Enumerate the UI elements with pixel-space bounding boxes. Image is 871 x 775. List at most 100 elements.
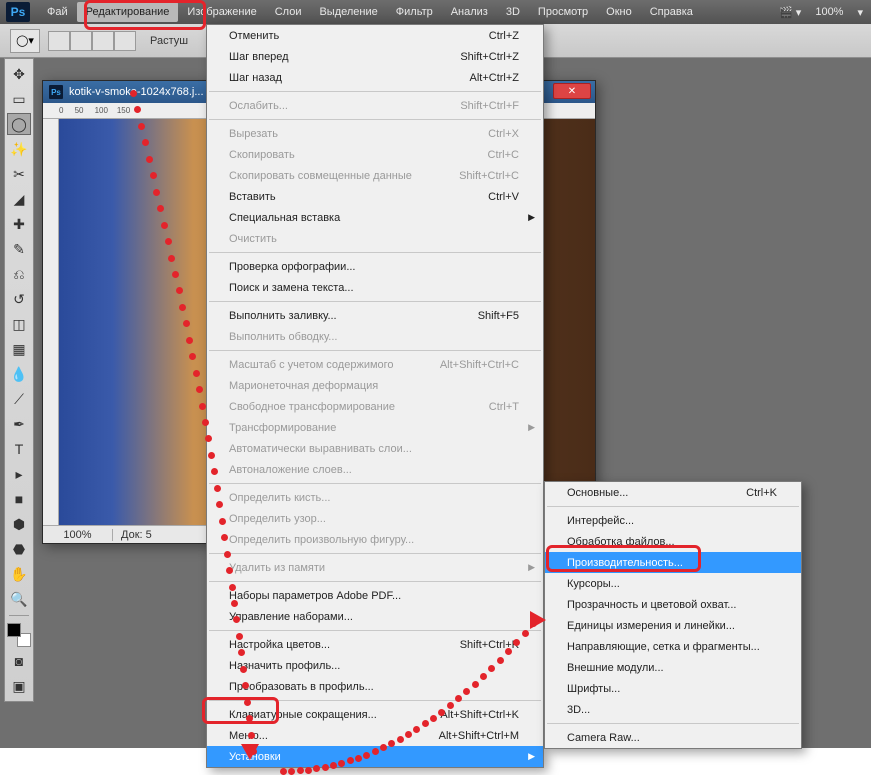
- menu-item-label: 3D...: [567, 704, 590, 716]
- prefs-menu-item[interactable]: 3D...: [545, 699, 801, 720]
- document-info[interactable]: Док: 5: [113, 529, 152, 541]
- prefs-menu-item[interactable]: Курсоры...: [545, 573, 801, 594]
- submenu-arrow-icon: ▶: [528, 422, 535, 433]
- menu-item-label: Определить узор...: [229, 513, 326, 525]
- brush-tool[interactable]: ✎: [7, 238, 31, 260]
- wand-tool[interactable]: ✨: [7, 138, 31, 160]
- document-zoom[interactable]: 100%: [43, 529, 113, 541]
- menu-item-label: Установки: [229, 751, 281, 763]
- color-swatches[interactable]: [7, 623, 31, 647]
- prefs-menu-item[interactable]: Обработка файлов...: [545, 531, 801, 552]
- marquee-tool[interactable]: ▭: [7, 88, 31, 110]
- selection-mode-group: [48, 31, 136, 51]
- menu-item-label: Меню...: [229, 730, 268, 742]
- edit-menu-item[interactable]: Управление наборами...: [207, 606, 543, 627]
- menu-item-label: Настройка цветов...: [229, 639, 330, 651]
- edit-menu-item[interactable]: Настройка цветов...Shift+Ctrl+K: [207, 634, 543, 655]
- screenmode-tool[interactable]: ▣: [7, 675, 31, 697]
- menu-item-label: Управление наборами...: [229, 611, 353, 623]
- edit-menu-item[interactable]: Специальная вставка▶: [207, 207, 543, 228]
- tool-separator: [9, 615, 29, 616]
- menu-item-label: Специальная вставка: [229, 212, 340, 224]
- edit-menu-item: Определить произвольную фигуру...: [207, 529, 543, 550]
- zoom-level[interactable]: 100%: [815, 6, 843, 18]
- workspace-switcher-icon[interactable]: 🎬 ▾: [779, 6, 801, 19]
- menu-help[interactable]: Справка: [641, 2, 702, 22]
- edit-menu-item[interactable]: Выполнить заливку...Shift+F5: [207, 305, 543, 326]
- lasso-tool[interactable]: ◯: [7, 113, 31, 135]
- current-tool-icon[interactable]: ◯▾: [10, 29, 40, 53]
- edit-menu-item[interactable]: Наборы параметров Adobe PDF...: [207, 585, 543, 606]
- menu-file[interactable]: Фай: [38, 2, 77, 22]
- edit-menu-item[interactable]: Меню...Alt+Shift+Ctrl+M: [207, 725, 543, 746]
- menu-item-shortcut: Alt+Shift+Ctrl+K: [440, 709, 519, 721]
- prefs-menu-item[interactable]: Интерфейс...: [545, 510, 801, 531]
- edit-menu-item[interactable]: Проверка орфографии...: [207, 256, 543, 277]
- pen-tool[interactable]: ✒: [7, 413, 31, 435]
- menu-3d[interactable]: 3D: [497, 2, 529, 22]
- menu-select[interactable]: Выделение: [310, 2, 386, 22]
- type-tool[interactable]: T: [7, 438, 31, 460]
- selection-new-button[interactable]: [48, 31, 70, 51]
- menu-item-shortcut: Ctrl+Z: [489, 30, 519, 42]
- 3d-tool[interactable]: ⬢: [7, 513, 31, 535]
- eyedropper-tool[interactable]: ◢: [7, 188, 31, 210]
- zoom-dropdown-icon[interactable]: ▾: [857, 6, 863, 19]
- edit-menu-item[interactable]: ВставитьCtrl+V: [207, 186, 543, 207]
- edit-menu-item[interactable]: Преобразовать в профиль...: [207, 676, 543, 697]
- edit-menu-item: Трансформирование ▶: [207, 417, 543, 438]
- close-button[interactable]: ✕: [553, 83, 591, 99]
- prefs-menu-item[interactable]: Единицы измерения и линейки...: [545, 615, 801, 636]
- eraser-tool[interactable]: ◫: [7, 313, 31, 335]
- menu-item-label: Трансформирование: [229, 422, 336, 434]
- quickmask-tool[interactable]: ◙: [7, 650, 31, 672]
- 3d-camera-tool[interactable]: ⬣: [7, 538, 31, 560]
- prefs-menu-item[interactable]: Шрифты...: [545, 678, 801, 699]
- zoom-tool[interactable]: 🔍: [7, 588, 31, 610]
- menu-window[interactable]: Окно: [597, 2, 641, 22]
- move-tool[interactable]: ✥: [7, 63, 31, 85]
- menu-item-shortcut: Shift+F5: [478, 310, 519, 322]
- edit-menu-item: Определить узор...: [207, 508, 543, 529]
- shape-tool[interactable]: ■: [7, 488, 31, 510]
- prefs-menu-item[interactable]: Направляющие, сетка и фрагменты...: [545, 636, 801, 657]
- edit-menu-item[interactable]: Клавиатурные сокращения...Alt+Shift+Ctrl…: [207, 704, 543, 725]
- crop-tool[interactable]: ✂: [7, 163, 31, 185]
- menu-image[interactable]: Изображение: [178, 2, 265, 22]
- edit-menu-item: СкопироватьCtrl+C: [207, 144, 543, 165]
- gradient-tool[interactable]: ▦: [7, 338, 31, 360]
- edit-menu-item: Удалить из памяти▶: [207, 557, 543, 578]
- selection-subtract-button[interactable]: [92, 31, 114, 51]
- edit-menu-item[interactable]: Назначить профиль...: [207, 655, 543, 676]
- history-brush-tool[interactable]: ↺: [7, 288, 31, 310]
- edit-menu-item[interactable]: ОтменитьCtrl+Z: [207, 25, 543, 46]
- menu-layers[interactable]: Слои: [266, 2, 311, 22]
- prefs-menu-item[interactable]: Внешние модули...: [545, 657, 801, 678]
- edit-menu-item[interactable]: Установки▶: [207, 746, 543, 767]
- menu-view[interactable]: Просмотр: [529, 2, 597, 22]
- menu-item-shortcut: Ctrl+X: [488, 128, 519, 140]
- hand-tool[interactable]: ✋: [7, 563, 31, 585]
- edit-menu-item[interactable]: Шаг впередShift+Ctrl+Z: [207, 46, 543, 67]
- path-tool[interactable]: ▸: [7, 463, 31, 485]
- selection-add-button[interactable]: [70, 31, 92, 51]
- prefs-menu-item[interactable]: Camera Raw...: [545, 727, 801, 748]
- foreground-color-swatch[interactable]: [7, 623, 21, 637]
- menu-edit[interactable]: Редактирование: [77, 2, 179, 22]
- menu-filter[interactable]: Фильтр: [387, 2, 442, 22]
- menu-item-label: Автоналожение слоев...: [229, 464, 352, 476]
- dodge-tool[interactable]: ⟋: [7, 388, 31, 410]
- menu-analysis[interactable]: Анализ: [442, 2, 497, 22]
- menu-item-shortcut: Ctrl+T: [489, 401, 519, 413]
- menu-item-shortcut: Shift+Ctrl+Z: [460, 51, 519, 63]
- stamp-tool[interactable]: ⎌: [7, 263, 31, 285]
- prefs-menu-item[interactable]: Прозрачность и цветовой охват...: [545, 594, 801, 615]
- edit-menu-item[interactable]: Шаг назадAlt+Ctrl+Z: [207, 67, 543, 88]
- heal-tool[interactable]: ✚: [7, 213, 31, 235]
- selection-intersect-button[interactable]: [114, 31, 136, 51]
- blur-tool[interactable]: 💧: [7, 363, 31, 385]
- menu-item-shortcut: Shift+Ctrl+C: [459, 170, 519, 182]
- prefs-menu-item[interactable]: Основные...Ctrl+K: [545, 482, 801, 503]
- prefs-menu-item[interactable]: Производительность...: [545, 552, 801, 573]
- edit-menu-item[interactable]: Поиск и замена текста...: [207, 277, 543, 298]
